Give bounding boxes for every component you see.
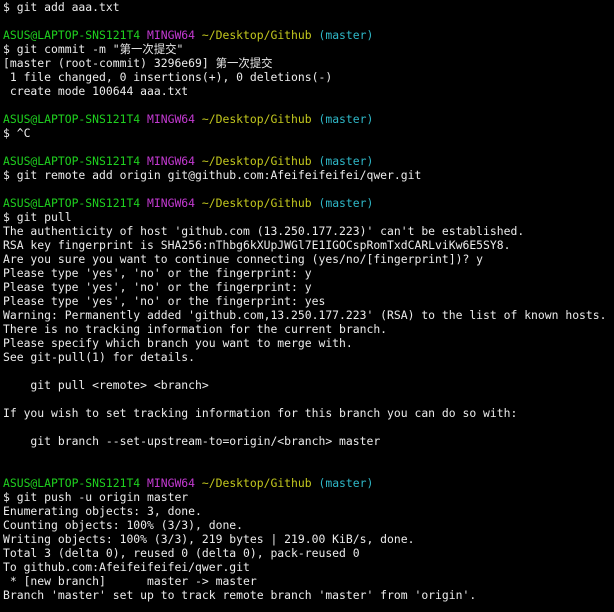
output-text: Please type 'yes', 'no' or the fingerpri…: [3, 294, 326, 308]
command-text: $ git remote add origin git@github.com:A…: [3, 168, 422, 182]
output-line: Enumerating objects: 3, done.: [3, 504, 614, 518]
prompt-branch: (master): [318, 154, 374, 168]
output-line: Branch 'master' set up to track remote b…: [3, 588, 614, 602]
prompt-branch: (master): [318, 112, 374, 126]
output-text: Total 3 (delta 0), reused 0 (delta 0), p…: [3, 546, 360, 560]
command-text: $ ^C: [3, 126, 31, 140]
output-line: If you wish to set tracking information …: [3, 406, 614, 420]
prompt-path: ~/Desktop/Github: [201, 154, 312, 168]
prompt-system: MINGW64: [147, 28, 196, 42]
prompt-system: MINGW64: [147, 154, 196, 168]
command-line: $ git pull: [3, 210, 614, 224]
terminal-bottom-edge: [0, 608, 614, 612]
output-line: 1 file changed, 0 insertions(+), 0 delet…: [3, 70, 614, 84]
prompt-line: ASUS@LAPTOP-SNS121T4 MINGW64 ~/Desktop/G…: [3, 196, 614, 210]
output-text: create mode 100644 aaa.txt: [3, 84, 189, 98]
output-text: RSA key fingerprint is SHA256:nThbg6kXUp…: [3, 238, 511, 252]
output-text: See git-pull(1) for details.: [3, 350, 196, 364]
output-line: Please type 'yes', 'no' or the fingerpri…: [3, 294, 614, 308]
output-text: Please type 'yes', 'no' or the fingerpri…: [3, 266, 312, 280]
output-line: Counting objects: 100% (3/3), done.: [3, 518, 614, 532]
prompt-line: ASUS@LAPTOP-SNS121T4 MINGW64 ~/Desktop/G…: [3, 154, 614, 168]
output-line: * [new branch] master -> master: [3, 574, 614, 588]
output-line: Writing objects: 100% (3/3), 219 bytes |…: [3, 532, 614, 546]
prompt-user-host: ASUS@LAPTOP-SNS121T4: [3, 476, 141, 490]
output-line: git branch --set-upstream-to=origin/<bra…: [3, 434, 614, 448]
prompt-user-host: ASUS@LAPTOP-SNS121T4: [3, 196, 141, 210]
prompt-user-host: ASUS@LAPTOP-SNS121T4: [3, 28, 141, 42]
terminal-window[interactable]: $ git add aaa.txt ASUS@LAPTOP-SNS121T4 MI…: [0, 0, 614, 612]
prompt-system: MINGW64: [147, 112, 196, 126]
command-line: $ git add aaa.txt: [3, 0, 614, 14]
command-line: $ git push -u origin master: [3, 490, 614, 504]
output-text: Enumerating objects: 3, done.: [3, 504, 202, 518]
output-line: [master (root-commit) 3296e69] 第一次提交: [3, 56, 614, 70]
output-text: git pull <remote> <branch>: [3, 378, 209, 392]
prompt-branch: (master): [318, 28, 374, 42]
output-line: There is no tracking information for the…: [3, 322, 614, 336]
output-text: 1 file changed, 0 insertions(+), 0 delet…: [3, 70, 333, 84]
prompt-branch: (master): [318, 476, 374, 490]
command-text: $ git add aaa.txt: [3, 0, 120, 14]
prompt-line: ASUS@LAPTOP-SNS121T4 MINGW64 ~/Desktop/G…: [3, 476, 614, 490]
output-line: Please specify which branch you want to …: [3, 336, 614, 350]
output-text: The authenticity of host 'github.com (13…: [3, 224, 525, 238]
output-line: git pull <remote> <branch>: [3, 378, 614, 392]
output-text: Warning: Permanently added 'github.com,1…: [3, 308, 607, 322]
output-text: Counting objects: 100% (3/3), done.: [3, 518, 244, 532]
prompt-system: MINGW64: [147, 476, 196, 490]
prompt-path: ~/Desktop/Github: [201, 112, 312, 126]
output-text: If you wish to set tracking information …: [3, 406, 518, 420]
output-text: Are you sure you want to continue connec…: [3, 252, 484, 266]
output-text: To github.com:Afeifeifeifei/qwer.git: [3, 560, 250, 574]
command-line: $ git remote add origin git@github.com:A…: [3, 168, 614, 182]
prompt-line: ASUS@LAPTOP-SNS121T4 MINGW64 ~/Desktop/G…: [3, 112, 614, 126]
prompt-user-host: ASUS@LAPTOP-SNS121T4: [3, 112, 141, 126]
prompt-system: MINGW64: [147, 196, 196, 210]
output-text: Please type 'yes', 'no' or the fingerpri…: [3, 280, 312, 294]
output-line: The authenticity of host 'github.com (13…: [3, 224, 614, 238]
command-text: $ git push -u origin master: [3, 490, 189, 504]
output-line: Warning: Permanently added 'github.com,1…: [3, 308, 614, 322]
output-line: Are you sure you want to continue connec…: [3, 252, 614, 266]
output-text: There is no tracking information for the…: [3, 322, 388, 336]
output-line: Please type 'yes', 'no' or the fingerpri…: [3, 266, 614, 280]
output-line: See git-pull(1) for details.: [3, 350, 614, 364]
output-line: To github.com:Afeifeifeifei/qwer.git: [3, 560, 614, 574]
command-text: $ git commit -m "第一次提交": [3, 42, 184, 56]
command-line: $ git commit -m "第一次提交": [3, 42, 614, 56]
terminal-output[interactable]: $ git add aaa.txt ASUS@LAPTOP-SNS121T4 MI…: [0, 0, 614, 602]
output-text: Writing objects: 100% (3/3), 219 bytes |…: [3, 532, 415, 546]
prompt-path: ~/Desktop/Github: [201, 196, 312, 210]
output-text: Please specify which branch you want to …: [3, 336, 353, 350]
prompt-path: ~/Desktop/Github: [201, 28, 312, 42]
command-line: $ ^C: [3, 126, 614, 140]
output-text: Branch 'master' set up to track remote b…: [3, 588, 477, 602]
output-line: Please type 'yes', 'no' or the fingerpri…: [3, 280, 614, 294]
output-line: Total 3 (delta 0), reused 0 (delta 0), p…: [3, 546, 614, 560]
prompt-user-host: ASUS@LAPTOP-SNS121T4: [3, 154, 141, 168]
command-text: $ git pull: [3, 210, 72, 224]
prompt-branch: (master): [318, 196, 374, 210]
prompt-line: ASUS@LAPTOP-SNS121T4 MINGW64 ~/Desktop/G…: [3, 28, 614, 42]
output-line: create mode 100644 aaa.txt: [3, 84, 614, 98]
output-text: [master (root-commit) 3296e69] 第一次提交: [3, 56, 273, 70]
output-text: git branch --set-upstream-to=origin/<bra…: [3, 434, 381, 448]
output-text: * [new branch] master -> master: [3, 574, 257, 588]
prompt-path: ~/Desktop/Github: [201, 476, 312, 490]
output-line: RSA key fingerprint is SHA256:nThbg6kXUp…: [3, 238, 614, 252]
